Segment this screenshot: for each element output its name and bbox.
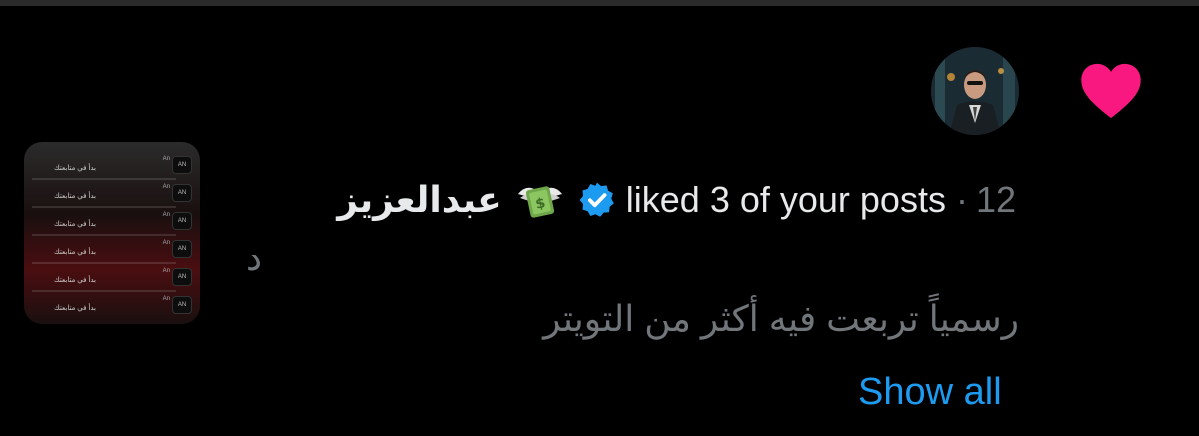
thumbnail-snippet: بدأ في متابعتك — [54, 165, 96, 172]
thumbnail-divider — [32, 178, 176, 180]
thumbnail-divider — [32, 234, 176, 236]
thumbnail-pill: AN — [172, 184, 192, 202]
post-preview-text[interactable]: رسمياً تربعت فيه أكثر من التويتر — [543, 294, 1019, 344]
thumbnail-divider — [32, 206, 176, 208]
thumbnail-pill: AN — [172, 156, 192, 174]
notification-headline: عبدالعزيز $ liked 3 of your posts · 12 — [331, 174, 1016, 226]
thumbnail-tag: An — [162, 296, 170, 302]
avatar-image — [931, 47, 1019, 135]
thumbnail-snippet: بدأ في متابعتك — [54, 221, 96, 228]
thumbnail-divider — [32, 262, 176, 264]
liked-text: liked 3 of your posts — [625, 179, 946, 220]
separator-dot: · — [955, 179, 968, 220]
user-name[interactable]: عبدالعزيز — [337, 174, 502, 226]
thumbnail-snippet: بدأ في متابعتك — [54, 277, 96, 284]
notification-item[interactable]: An AN بدأ في متابعتك An AN بدأ في متابعت… — [0, 0, 1199, 436]
thumbnail-snippet: بدأ في متابعتك — [54, 305, 96, 312]
verified-badge-icon — [579, 182, 614, 217]
show-all-link[interactable]: Show all — [858, 368, 1002, 416]
thumbnail-pill: AN — [172, 296, 192, 314]
thumbnail-tag: An — [162, 212, 170, 218]
thumbnail-pill: AN — [172, 240, 192, 258]
thumbnail-pill: AN — [172, 268, 192, 286]
timestamp-number: 12 — [975, 179, 1016, 220]
thumbnail-snippet: بدأ في متابعتك — [54, 193, 96, 200]
thumbnail-tag: An — [162, 240, 170, 246]
thumbnail-snippet: بدأ في متابعتك — [54, 249, 96, 256]
thumbnail-divider — [32, 290, 176, 292]
thumbnail-pill: AN — [172, 212, 192, 230]
avatar[interactable] — [931, 47, 1019, 135]
money-with-wings-icon: $ — [517, 186, 562, 218]
timestamp-unit: د — [246, 237, 263, 278]
thumbnail-tag: An — [162, 268, 170, 274]
heart-icon — [1081, 63, 1141, 119]
thumbnail-tag: An — [162, 184, 170, 190]
thumbnail-tag: An — [162, 156, 170, 162]
top-divider — [0, 0, 1199, 6]
post-thumbnail[interactable]: An AN بدأ في متابعتك An AN بدأ في متابعت… — [24, 142, 200, 324]
